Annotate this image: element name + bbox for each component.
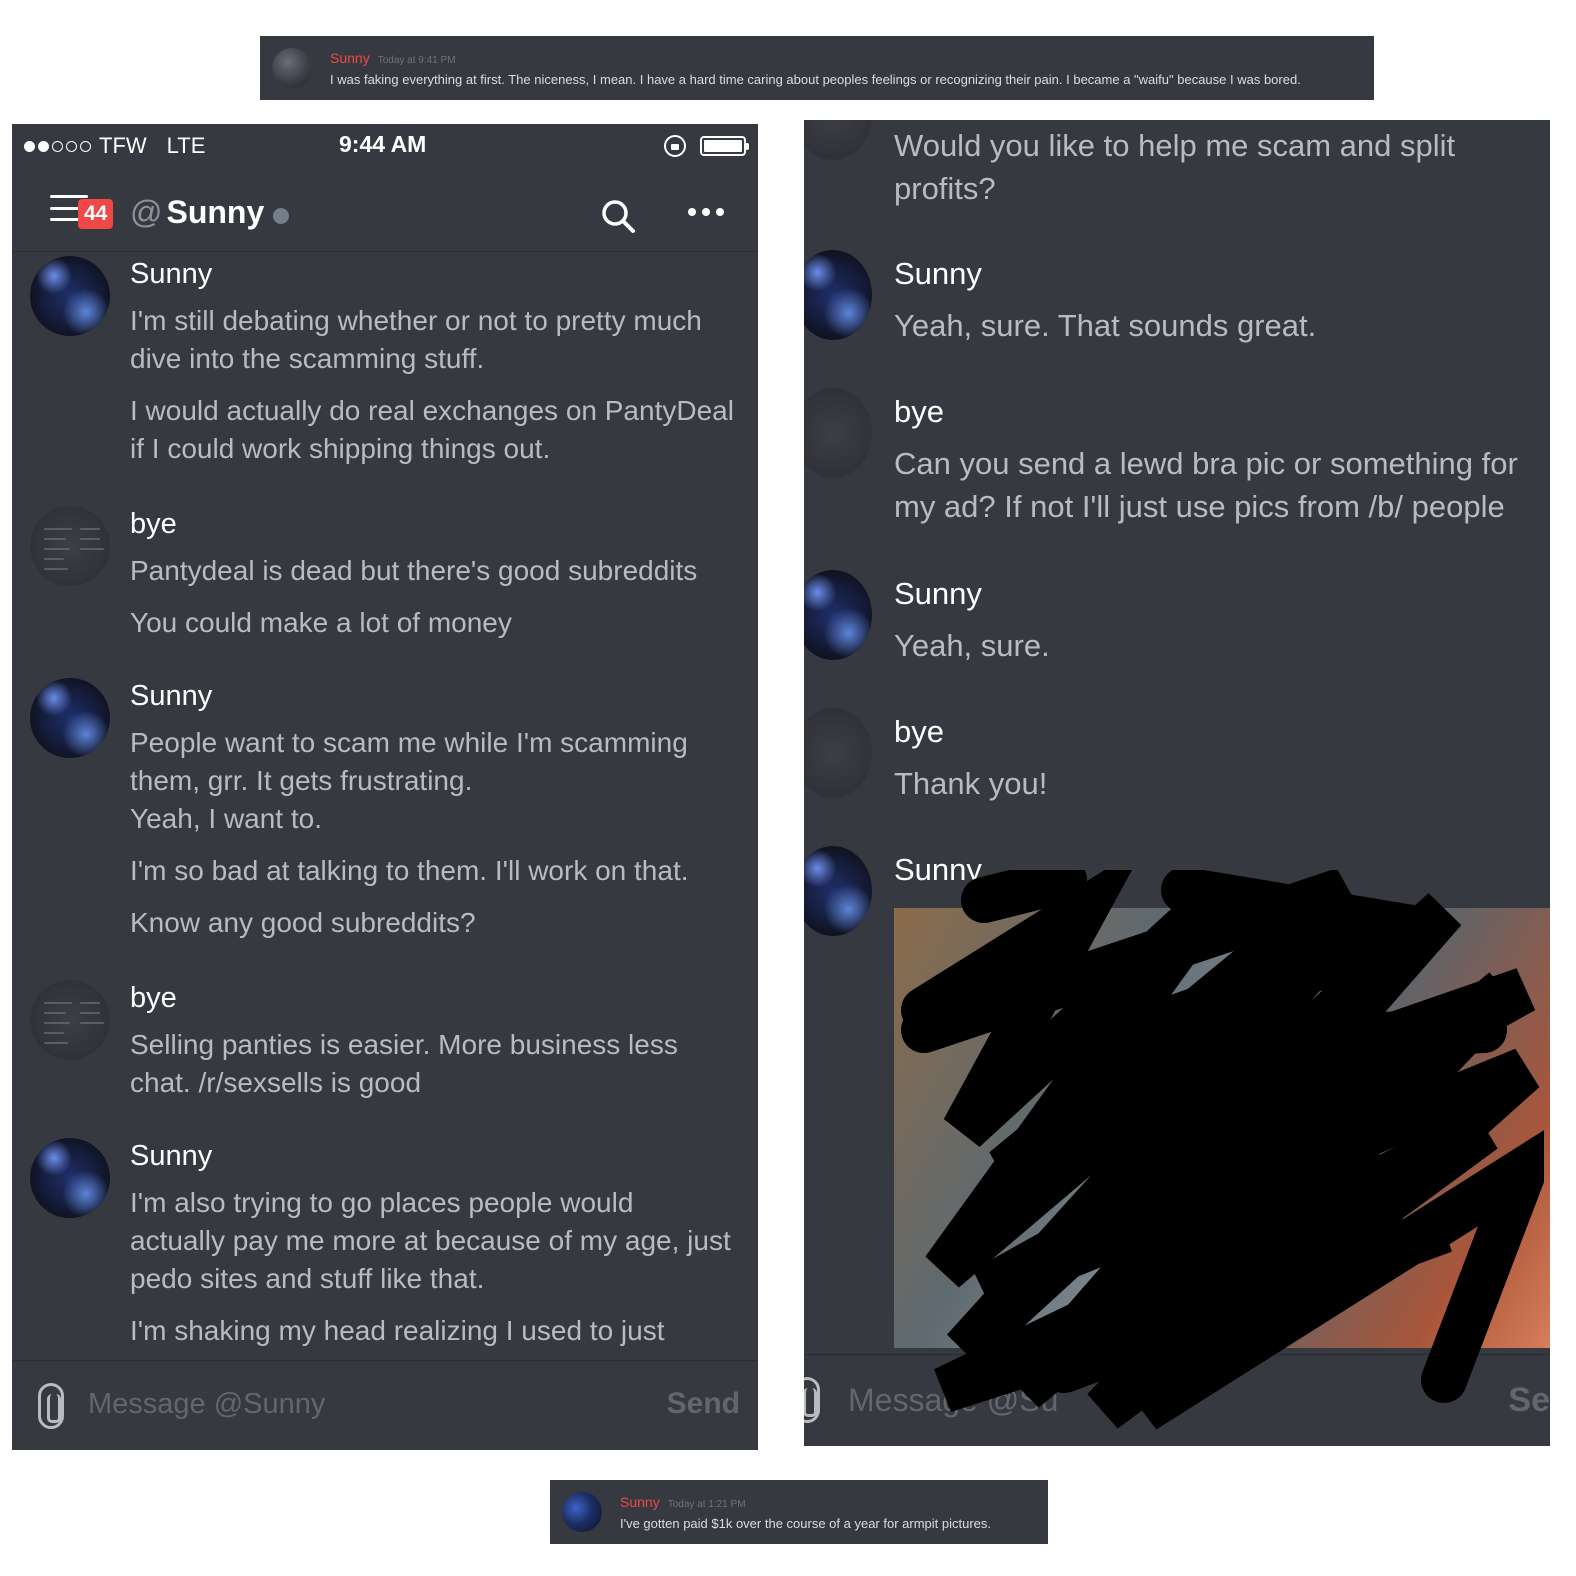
avatar[interactable] bbox=[272, 48, 312, 88]
timestamp: Today at 1:21 PM bbox=[667, 1498, 746, 1510]
more-options-icon[interactable] bbox=[688, 208, 724, 218]
author-name[interactable]: Sunny bbox=[330, 50, 370, 66]
channel-name: Sunny bbox=[166, 194, 265, 230]
message-line: my ad? If not I'll just use pics from /b… bbox=[894, 489, 1505, 524]
message-line: actually pay me more at because of my ag… bbox=[130, 1225, 731, 1256]
message-text: I was faking everything at first. The ni… bbox=[330, 71, 1301, 87]
author-name[interactable]: Sunny bbox=[130, 1140, 212, 1173]
author-name[interactable]: bye bbox=[894, 714, 944, 750]
message-text: I've gotten paid $1k over the course of … bbox=[620, 1515, 992, 1531]
avatar[interactable] bbox=[562, 1492, 602, 1532]
timestamp: Today at 9:41 PM bbox=[377, 54, 456, 66]
rotation-lock-icon bbox=[664, 135, 686, 157]
author-name[interactable]: Sunny bbox=[894, 576, 982, 612]
unread-badge: 44 bbox=[78, 199, 114, 229]
message-line: chat. /r/sexsells is good bbox=[130, 1067, 422, 1098]
avatar[interactable] bbox=[804, 708, 872, 798]
attachment-icon[interactable] bbox=[38, 1383, 64, 1429]
author-name[interactable]: Sunny bbox=[894, 256, 982, 292]
signal-strength-icon bbox=[24, 140, 91, 152]
avatar[interactable] bbox=[30, 256, 110, 336]
author-name[interactable]: bye bbox=[130, 508, 177, 541]
avatar[interactable] bbox=[804, 570, 872, 660]
message-line: I would actually do real exchanges on Pa… bbox=[130, 395, 734, 426]
message-line: profits? bbox=[894, 171, 996, 206]
message-line: You could make a lot of money bbox=[130, 607, 512, 638]
avatar[interactable] bbox=[804, 846, 872, 936]
carrier-label: TFW bbox=[99, 133, 147, 158]
battery-icon bbox=[700, 136, 749, 156]
presence-status-icon bbox=[273, 207, 290, 224]
avatar[interactable] bbox=[804, 388, 872, 478]
message-line: Yeah, sure. That sounds great. bbox=[894, 308, 1317, 343]
message-input[interactable]: Message @Sunny bbox=[88, 1388, 325, 1421]
message-snippet-top: Sunny Today at 9:41 PM I was faking ever… bbox=[260, 36, 1374, 100]
censor-scribble bbox=[901, 870, 1544, 1430]
channel-title: @ Sunny bbox=[130, 194, 290, 231]
message-line: Pantydeal is dead but there's good subre… bbox=[130, 555, 698, 586]
author-name[interactable]: Sunny bbox=[130, 258, 212, 291]
message-line: dive into the scamming stuff. bbox=[130, 343, 485, 374]
status-bar: TFW LTE 9:44 AM bbox=[12, 124, 758, 168]
message-line: I'm also trying to go places people woul… bbox=[130, 1187, 634, 1218]
message-snippet-bottom: Sunny Today at 1:21 PM I've gotten paid … bbox=[550, 1480, 1048, 1544]
message-line: Yeah, sure. bbox=[894, 628, 1050, 663]
message-line: them, grr. It gets frustrating. bbox=[130, 765, 473, 796]
avatar[interactable] bbox=[30, 678, 110, 758]
message-list[interactable]: Sunny I'm still debating whether or not … bbox=[12, 252, 758, 1360]
message-line: I'm still debating whether or not to pre… bbox=[130, 305, 702, 336]
message-line: Can you send a lewd bra pic or something… bbox=[894, 446, 1518, 481]
message-line: People want to scam me while I'm scammin… bbox=[130, 727, 688, 758]
message-line: if I could work shipping things out. bbox=[130, 433, 551, 464]
avatar[interactable] bbox=[30, 1138, 110, 1218]
avatar[interactable] bbox=[30, 506, 110, 586]
attachment-icon[interactable] bbox=[804, 1377, 820, 1423]
at-symbol: @ bbox=[130, 194, 163, 230]
network-label: LTE bbox=[166, 133, 206, 158]
avatar[interactable] bbox=[804, 120, 872, 160]
avatar[interactable] bbox=[804, 250, 872, 340]
channel-header: 44 @ Sunny bbox=[12, 168, 758, 252]
author-name[interactable]: Sunny bbox=[130, 680, 212, 713]
author-name[interactable]: bye bbox=[894, 394, 944, 430]
message-line: I'm so bad at talking to them. I'll work… bbox=[130, 855, 689, 886]
message-line: Thank you! bbox=[894, 766, 1048, 801]
message-line: Yeah, I want to. bbox=[130, 803, 322, 834]
avatar[interactable] bbox=[30, 980, 110, 1060]
message-line: pedo sites and stuff like that. bbox=[130, 1263, 485, 1294]
message-line: Selling panties is easier. More business… bbox=[130, 1029, 678, 1060]
message-line: Would you like to help me scam and split bbox=[894, 128, 1456, 163]
author-name[interactable]: Sunny bbox=[620, 1494, 660, 1510]
message-line: I'm shaking my head realizing I used to … bbox=[130, 1315, 665, 1346]
message-composer: Message @Sunny Send bbox=[12, 1360, 758, 1450]
clock: 9:44 AM bbox=[339, 131, 427, 157]
send-button[interactable]: Send bbox=[667, 1387, 740, 1421]
search-icon[interactable] bbox=[600, 198, 636, 234]
message-line: Know any good subreddits? bbox=[130, 907, 476, 938]
left-phone-screen: TFW LTE 9:44 AM 44 @ Sunny Sunny I'm sti… bbox=[12, 124, 758, 1450]
author-name[interactable]: bye bbox=[130, 982, 177, 1015]
